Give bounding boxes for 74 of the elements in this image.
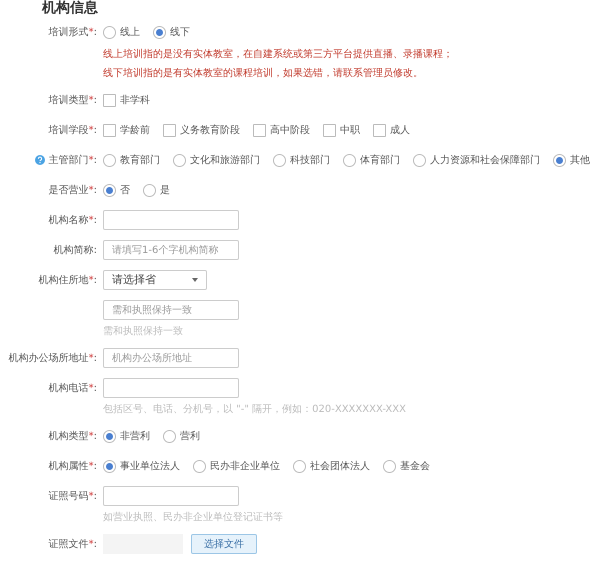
checkbox[interactable] — [103, 94, 116, 106]
radio-button[interactable] — [293, 460, 306, 472]
option-label[interactable]: 学龄前 — [120, 122, 150, 138]
option-label[interactable]: 事业单位法人 — [120, 458, 180, 474]
option-label[interactable]: 成人 — [390, 122, 410, 138]
notice-text: 线上培训指的是没有实体教室，在自建系统或第三方平台提供直播、录播课程； — [103, 49, 453, 61]
text-field[interactable] — [103, 210, 239, 230]
option-label[interactable]: 否 — [120, 182, 130, 198]
option-label[interactable]: 非学科 — [120, 92, 150, 108]
option-label[interactable]: 体育部门 — [360, 152, 400, 168]
section-title: 机构信息 — [42, 0, 99, 16]
checkbox[interactable] — [253, 124, 266, 136]
option-label[interactable]: 非营利 — [120, 428, 150, 444]
radio-button[interactable] — [343, 154, 356, 166]
text-field[interactable] — [103, 486, 239, 506]
choose-file-button[interactable]: 选择文件 — [191, 534, 257, 554]
option-label[interactable]: 民办非企业单位 — [210, 458, 280, 474]
radio-button[interactable] — [103, 430, 116, 442]
radio-button[interactable] — [553, 154, 566, 166]
field-label: 主管部门*: — [48, 154, 97, 168]
radio-button[interactable] — [383, 460, 396, 472]
field-label: 机构电话*: — [48, 382, 97, 396]
option-label[interactable]: 基金会 — [400, 458, 430, 474]
checkbox[interactable] — [103, 124, 116, 136]
text-field[interactable]: 需和执照保持一致 — [103, 300, 239, 320]
help-icon[interactable] — [34, 155, 45, 165]
radio-button[interactable] — [173, 154, 186, 166]
field-label: 机构办公场所地址*: — [8, 352, 97, 366]
option-label[interactable]: 线下 — [170, 24, 190, 40]
option-label[interactable]: 是 — [160, 182, 170, 198]
radio-button[interactable] — [103, 460, 116, 472]
text-field[interactable] — [103, 378, 239, 398]
field-label: 培训形式*: — [48, 26, 97, 40]
checkbox[interactable] — [163, 124, 176, 136]
text-field[interactable]: 机构办公场所地址 — [103, 348, 239, 368]
hint-text: 如营业执照、民办非企业单位登记证书等 — [103, 512, 283, 524]
radio-button[interactable] — [103, 184, 116, 196]
radio-button[interactable] — [193, 460, 206, 472]
option-label[interactable]: 义务教育阶段 — [180, 122, 240, 138]
caret-icon — [192, 278, 198, 282]
option-label[interactable]: 社会团体法人 — [310, 458, 370, 474]
text-field[interactable]: 请填写1-6个字机构简称 — [103, 240, 239, 260]
field-label: 培训类型*: — [48, 94, 97, 108]
checkbox[interactable] — [323, 124, 336, 136]
hint-text: 包括区号、电话、分机号，以 "-" 隔开，例如：020-XXXXXXX-XXX — [103, 404, 406, 416]
hint-text: 需和执照保持一致 — [103, 326, 184, 338]
field-label: 证照文件*: — [48, 538, 97, 552]
radio-button[interactable] — [103, 154, 116, 166]
option-label[interactable]: 文化和旅游部门 — [190, 152, 260, 168]
option-label[interactable]: 中职 — [340, 122, 360, 138]
field-label: 是否营业*: — [48, 184, 97, 198]
checkbox[interactable] — [373, 124, 386, 136]
option-label[interactable]: 其他 — [570, 152, 590, 168]
radio-button[interactable] — [103, 26, 116, 38]
radio-button[interactable] — [153, 26, 166, 38]
option-label[interactable]: 高中阶段 — [270, 122, 310, 138]
option-label[interactable]: 人力资源和社会保障部门 — [430, 152, 540, 168]
field-label: 机构属性*: — [48, 460, 97, 474]
field-label: 培训学段*: — [48, 124, 97, 138]
province-dropdown[interactable]: 请选择省 — [103, 270, 207, 290]
option-label[interactable]: 科技部门 — [290, 152, 330, 168]
field-label: 机构类型*: — [48, 430, 97, 444]
option-label[interactable]: 教育部门 — [120, 152, 160, 168]
radio-button[interactable] — [413, 154, 426, 166]
option-label[interactable]: 线上 — [120, 24, 140, 40]
radio-button[interactable] — [273, 154, 286, 166]
field-label: 机构名称*: — [48, 214, 97, 228]
option-label[interactable]: 营利 — [180, 428, 200, 444]
field-label: 机构住所地*: — [38, 274, 97, 288]
field-label: 机构简称: — [54, 244, 97, 258]
radio-button[interactable] — [143, 184, 156, 196]
notice-text: 线下培训指的是有实体教室的课程培训，如果选错，请联系管理员修改。 — [103, 68, 424, 80]
field-label: 证照号码*: — [48, 490, 97, 504]
radio-button[interactable] — [163, 430, 176, 442]
